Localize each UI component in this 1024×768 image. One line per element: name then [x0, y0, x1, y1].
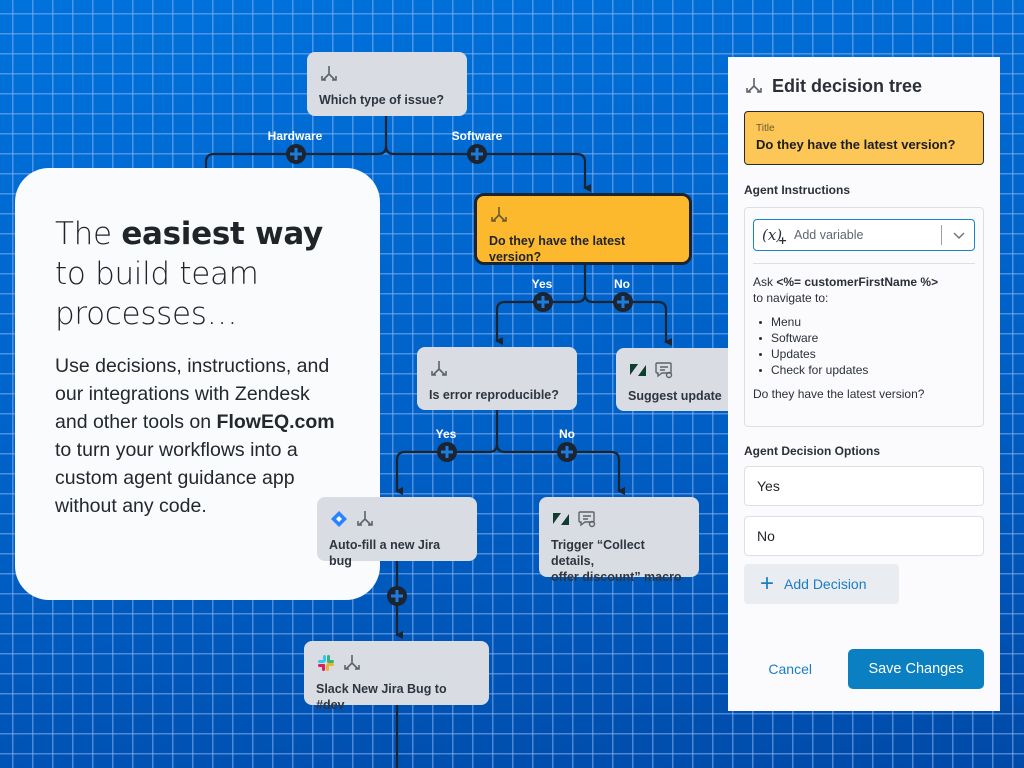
- save-changes-button[interactable]: Save Changes: [848, 649, 984, 689]
- add-variable-placeholder: Add variable: [794, 228, 864, 242]
- decision-tree-icon: [342, 653, 362, 673]
- panel-header: Edit decision tree: [744, 74, 984, 98]
- headline-line-3: processes…: [55, 296, 238, 332]
- add-step-button-hardware[interactable]: [286, 144, 306, 164]
- title-field-value: Do they have the latest version?: [756, 137, 956, 152]
- add-step-button-repro-yes[interactable]: [437, 442, 457, 462]
- variable-icon: (x) +: [762, 226, 788, 247]
- add-step-button-yes[interactable]: [533, 292, 553, 312]
- branch-label-yes: Yes: [531, 277, 553, 291]
- chevron-down-icon[interactable]: [952, 228, 966, 242]
- decision-tree-icon: [355, 509, 375, 529]
- hero-body: Use decisions, instructions, and our int…: [55, 352, 340, 520]
- node-title: Suggest update: [628, 389, 722, 403]
- headline-emphasis: easiest way: [121, 216, 323, 252]
- hero-headline: The easiest way to build team processes…: [55, 214, 340, 334]
- decision-option-input-yes[interactable]: Yes: [744, 466, 984, 506]
- slack-icon: [316, 653, 336, 673]
- macro-chat-icon: [654, 360, 674, 380]
- title-field[interactable]: Title Do they have the latest version?: [744, 111, 984, 165]
- add-step-button-repro-no[interactable]: [557, 442, 577, 462]
- decision-option-input-no[interactable]: No: [744, 516, 984, 556]
- instructions-text: Ask <%= customerFirstName %> to navigate…: [753, 274, 975, 402]
- panel-footer: Cancel Save Changes: [744, 649, 984, 689]
- node-title: Do they have the latest version?: [489, 234, 626, 264]
- add-variable-select[interactable]: (x) + Add variable: [753, 219, 975, 251]
- list-item: Updates: [753, 346, 975, 362]
- decision-tree-icon: [429, 359, 449, 379]
- branch-label-hardware: Hardware: [267, 129, 323, 143]
- decision-options-label: Agent Decision Options: [744, 444, 881, 458]
- node-slack-jira-bug[interactable]: Slack New Jira Bug to #dev: [304, 641, 489, 712]
- add-decision-label: Add Decision: [784, 576, 867, 592]
- agent-instructions-label: Agent Instructions: [744, 183, 851, 197]
- branch-label-repro-yes: Yes: [435, 427, 457, 441]
- zendesk-icon: [628, 360, 648, 380]
- add-decision-button[interactable]: + Add Decision: [744, 564, 899, 604]
- instructions-question: Do they have the latest version?: [753, 387, 925, 401]
- add-step-button-jira-slack[interactable]: [387, 586, 407, 606]
- variable-token: <%= customerFirstName %>: [776, 275, 939, 289]
- node-jira-bug[interactable]: Auto-fill a new Jira bug: [317, 497, 477, 568]
- node-is-error-reproducible[interactable]: Is error reproducible?: [417, 347, 577, 410]
- add-step-button-software[interactable]: [467, 144, 487, 164]
- agent-instructions-editor[interactable]: (x) + Add variable Ask <%= customerFirstN…: [744, 207, 984, 427]
- instructions-line-2: to navigate to:: [753, 291, 829, 305]
- instructions-divider: [753, 263, 975, 264]
- panel-title: Edit decision tree: [772, 75, 923, 96]
- jira-icon: [329, 509, 349, 529]
- list-item: Menu: [753, 314, 975, 330]
- node-which-type-of-issue[interactable]: Which type of issue?: [307, 52, 467, 116]
- list-item: Software: [753, 330, 975, 346]
- branch-label-no: No: [614, 277, 630, 291]
- zendesk-icon: [551, 509, 571, 529]
- node-trigger-macro[interactable]: Trigger “Collect details, offer discount…: [539, 497, 699, 584]
- headline-line-2: to build team: [55, 256, 259, 292]
- node-title: Is error reproducible?: [429, 388, 559, 402]
- plus-icon: +: [760, 570, 775, 597]
- body-suffix: to turn your workflows into a custom age…: [55, 439, 298, 517]
- add-step-button-no[interactable]: [613, 292, 633, 312]
- node-title: Slack New Jira Bug to #dev: [316, 682, 447, 712]
- title-field-label: Title: [756, 123, 775, 134]
- brand-link: FlowEQ.com: [216, 411, 335, 433]
- ask-prefix: Ask: [753, 275, 777, 289]
- branch-label-repro-no: No: [559, 427, 575, 441]
- decision-tree-icon: [319, 64, 339, 84]
- headline-prefix: The: [55, 216, 122, 252]
- select-separator: [941, 225, 942, 245]
- macro-chat-icon: [577, 509, 597, 529]
- node-title: Auto-fill a new Jira bug: [329, 538, 441, 568]
- cancel-button[interactable]: Cancel: [768, 661, 812, 677]
- node-title: Which type of issue?: [319, 93, 445, 107]
- node-title-line-2: offer discount” macro: [551, 570, 682, 584]
- node-latest-version[interactable]: Do they have the latest version?: [474, 193, 692, 265]
- edit-decision-tree-panel: Edit decision tree Title Do they have th…: [728, 57, 1000, 711]
- branch-label-software: Software: [451, 129, 503, 143]
- decision-tree-icon: [489, 205, 509, 225]
- decision-tree-icon: [744, 76, 764, 96]
- node-title-line-1: Trigger “Collect details,: [551, 538, 645, 568]
- list-item: Check for updates: [753, 362, 975, 378]
- steps-list: Menu Software Updates Check for updates: [753, 314, 975, 378]
